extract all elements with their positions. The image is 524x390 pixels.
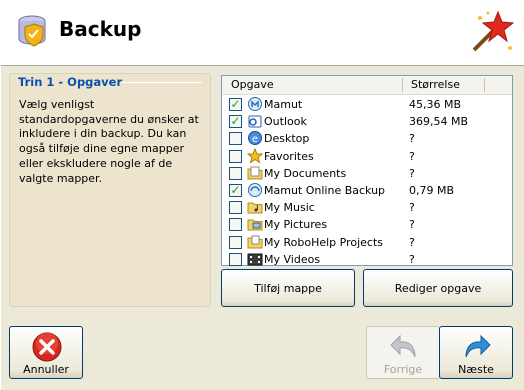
column-header-size[interactable]: Størrelse (411, 78, 460, 91)
task-checkbox[interactable] (229, 218, 242, 232)
next-label: Næste (458, 363, 494, 376)
column-divider[interactable] (402, 78, 403, 92)
desktop-icon: e (248, 131, 262, 146)
task-size: 0,79 MB (409, 183, 455, 197)
svg-text:e: e (252, 134, 258, 145)
task-rows: ✓ Mamut 45,36 MB ✓ Outlook 369,54 MB e Desktop?… (222, 96, 512, 268)
check-mark-icon: ✓ (230, 114, 241, 129)
task-list[interactable]: Opgave Størrelse ✓ Mamut 45,36 MB ✓ Outlook 3… (221, 75, 513, 266)
cancel-x-icon (32, 332, 62, 362)
column-header-task[interactable]: Opgave (231, 78, 274, 91)
list-item[interactable]: My Documents? (222, 165, 512, 182)
task-name: My Videos (264, 252, 321, 266)
task-checkbox[interactable] (229, 132, 242, 146)
add-folder-button[interactable]: Tilføj mappe (221, 269, 355, 307)
task-size: 45,36 MB (409, 98, 462, 111)
window-border (0, 65, 1, 390)
check-mark-icon: ✓ (230, 97, 241, 111)
task-size: ? (409, 201, 415, 215)
online-backup-icon (248, 182, 262, 197)
cancel-label: Annuller (23, 363, 69, 376)
mamut-icon (248, 97, 262, 111)
task-name: Mamut (264, 98, 303, 111)
task-name: Outlook (264, 115, 307, 129)
list-item[interactable]: e Desktop? (222, 130, 512, 147)
task-checkbox[interactable] (229, 166, 242, 180)
step-title: Trin 1 - Opgaver (18, 75, 123, 89)
task-size: ? (409, 252, 415, 266)
list-item[interactable]: My Pictures? (222, 216, 512, 233)
header-banner: Backup (0, 0, 524, 66)
task-name: Favorites (264, 149, 314, 163)
task-checkbox[interactable] (229, 149, 242, 163)
projects-folder-icon (247, 235, 263, 248)
task-name: My Music (264, 201, 315, 215)
add-folder-label: Tilføj mappe (254, 282, 322, 295)
next-button[interactable]: Næste (439, 326, 513, 379)
task-size: ? (409, 149, 415, 163)
favorites-star-icon (247, 147, 263, 164)
videos-folder-icon (247, 253, 263, 266)
backup-shield-icon (18, 15, 46, 47)
pictures-folder-icon (247, 219, 263, 231)
back-arrow-icon (390, 334, 416, 358)
task-checkbox[interactable]: ✓ (229, 114, 242, 129)
check-mark-icon: ✓ (230, 182, 241, 197)
step-title-divider (122, 82, 202, 83)
list-item[interactable]: My Videos? (222, 251, 512, 268)
list-item[interactable]: ✓ Mamut Online Backup 0,79 MB (222, 182, 512, 199)
previous-button[interactable]: Forrige (366, 326, 440, 379)
task-size: ? (409, 218, 415, 232)
task-name: My Documents (264, 166, 347, 180)
task-checkbox[interactable]: ✓ (229, 182, 242, 197)
previous-label: Forrige (383, 363, 423, 376)
task-size: 369,54 MB (409, 115, 469, 129)
task-name: My RoboHelp Projects (264, 235, 384, 249)
task-name: Desktop (264, 132, 310, 146)
list-item[interactable]: My RoboHelp Projects? (222, 234, 512, 251)
task-checkbox[interactable] (229, 252, 242, 266)
task-list-header: Opgave Størrelse (222, 76, 512, 95)
list-item[interactable]: ✓ Mamut 45,36 MB (222, 96, 512, 113)
list-item[interactable]: My Music? (222, 199, 512, 216)
task-name: Mamut Online Backup (264, 183, 386, 197)
task-size: ? (409, 132, 415, 146)
magic-wand-icon (472, 10, 514, 52)
task-checkbox[interactable]: ✓ (229, 97, 242, 111)
task-size: ? (409, 166, 415, 180)
page-title: Backup (59, 17, 142, 41)
step-description: Vælg venligst standardopgaverne du ønske… (19, 98, 199, 185)
edit-task-button[interactable]: Rediger opgave (363, 269, 513, 307)
edit-task-label: Rediger opgave (394, 282, 482, 295)
task-size: ? (409, 235, 415, 249)
music-folder-icon (247, 202, 263, 214)
list-item[interactable]: Favorites? (222, 147, 512, 165)
step-panel: Trin 1 - Opgaver Vælg venligst standardo… (9, 73, 211, 307)
outlook-icon (248, 115, 262, 128)
cancel-button[interactable]: Annuller (9, 326, 83, 379)
task-checkbox[interactable] (229, 201, 242, 215)
documents-folder-icon (247, 166, 263, 180)
list-item[interactable]: ✓ Outlook 369,54 MB (222, 113, 512, 130)
task-checkbox[interactable] (229, 235, 242, 249)
column-divider[interactable] (484, 78, 485, 92)
forward-arrow-icon (465, 334, 491, 358)
task-name: My Pictures (264, 218, 328, 232)
